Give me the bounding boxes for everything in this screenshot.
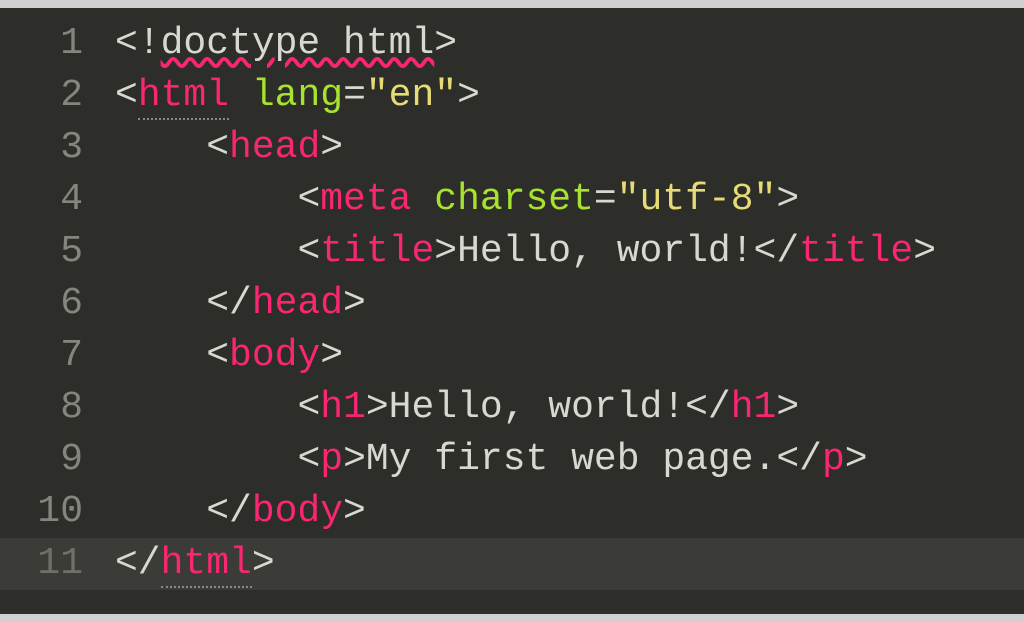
code-token-bracket: < (206, 334, 229, 377)
code-line[interactable]: <title>Hello, world!</title> (115, 226, 1024, 278)
code-token-tag-name: head (229, 126, 320, 169)
code-token-bracket: < (206, 126, 229, 169)
code-token-text-content (411, 178, 434, 221)
code-token-bracket: = (594, 178, 617, 221)
code-token-tag-name: p (822, 438, 845, 481)
code-line[interactable]: </head> (115, 278, 1024, 330)
code-token-bracket: > (457, 74, 480, 117)
code-token-bracket: > (913, 230, 936, 273)
line-number-gutter: 1234567891011 (0, 8, 95, 614)
code-editor[interactable]: 1234567891011 <!doctype html><html lang=… (0, 8, 1024, 614)
code-token-attr-value: "en" (366, 74, 457, 117)
code-token-bracket: > (366, 386, 389, 429)
code-line[interactable]: <html lang="en"> (115, 70, 1024, 122)
code-token-bracket: > (320, 334, 343, 377)
code-token-bracket: > (343, 282, 366, 325)
code-token-bracket: > (776, 386, 799, 429)
line-number: 5 (0, 226, 83, 278)
line-number: 4 (0, 174, 83, 226)
code-token-bracket: > (434, 230, 457, 273)
code-line[interactable]: <body> (115, 330, 1024, 382)
code-token-text-content: Hello, world! (389, 386, 685, 429)
line-number: 10 (0, 486, 83, 538)
code-token-attr-name: charset (434, 178, 594, 221)
code-token-bracket: < (297, 178, 320, 221)
line-number: 7 (0, 330, 83, 382)
code-line[interactable]: </body> (115, 486, 1024, 538)
code-token-bracket: </ (115, 542, 161, 585)
code-token-attr-name: lang (252, 74, 343, 117)
line-number: 9 (0, 434, 83, 486)
code-token-bracket: > (776, 178, 799, 221)
code-token-bracket: < (297, 438, 320, 481)
code-token-tag-name: h1 (731, 386, 777, 429)
code-token-tag-name: p (320, 438, 343, 481)
code-token-attr-value: "utf-8" (617, 178, 777, 221)
code-token-bracket: < (115, 74, 138, 117)
code-token-bracket: > (252, 542, 275, 585)
line-number: 3 (0, 122, 83, 174)
code-token-bracket: </ (754, 230, 800, 273)
code-token-doctype: doctype html (161, 22, 435, 65)
code-token-bracket: > (320, 126, 343, 169)
code-content-area[interactable]: <!doctype html><html lang="en"> <head> <… (95, 8, 1024, 614)
code-token-bracket: > (434, 22, 457, 65)
code-token-tag-name: html (161, 542, 252, 588)
code-line[interactable]: <head> (115, 122, 1024, 174)
code-token-bracket: </ (206, 282, 252, 325)
line-number: 6 (0, 278, 83, 330)
code-token-bracket: </ (206, 490, 252, 533)
code-token-bracket: > (343, 490, 366, 533)
code-line[interactable]: <!doctype html> (115, 18, 1024, 70)
line-number: 1 (0, 18, 83, 70)
code-line[interactable]: </html> (115, 538, 1024, 590)
code-token-tag-name: meta (320, 178, 411, 221)
code-token-text-content: My first web page. (366, 438, 776, 481)
code-token-bracket: > (343, 438, 366, 481)
code-token-bracket: </ (776, 438, 822, 481)
code-token-bracket: < (297, 386, 320, 429)
code-token-tag-name: title (799, 230, 913, 273)
code-token-bracket: <! (115, 22, 161, 65)
code-line[interactable]: <meta charset="utf-8"> (115, 174, 1024, 226)
code-token-tag-name: body (252, 490, 343, 533)
code-token-bracket: </ (685, 386, 731, 429)
code-token-text-content (229, 74, 252, 117)
code-token-bracket: = (343, 74, 366, 117)
code-token-bracket: < (297, 230, 320, 273)
code-token-tag-name: head (252, 282, 343, 325)
code-token-tag-name: h1 (320, 386, 366, 429)
code-line[interactable]: <p>My first web page.</p> (115, 434, 1024, 486)
line-number: 2 (0, 70, 83, 122)
code-token-text-content: Hello, world! (457, 230, 753, 273)
code-token-tag-name: title (320, 230, 434, 273)
code-line[interactable]: <h1>Hello, world!</h1> (115, 382, 1024, 434)
code-token-bracket: > (845, 438, 868, 481)
code-token-tag-name: html (138, 74, 229, 120)
code-token-tag-name: body (229, 334, 320, 377)
line-number: 8 (0, 382, 83, 434)
